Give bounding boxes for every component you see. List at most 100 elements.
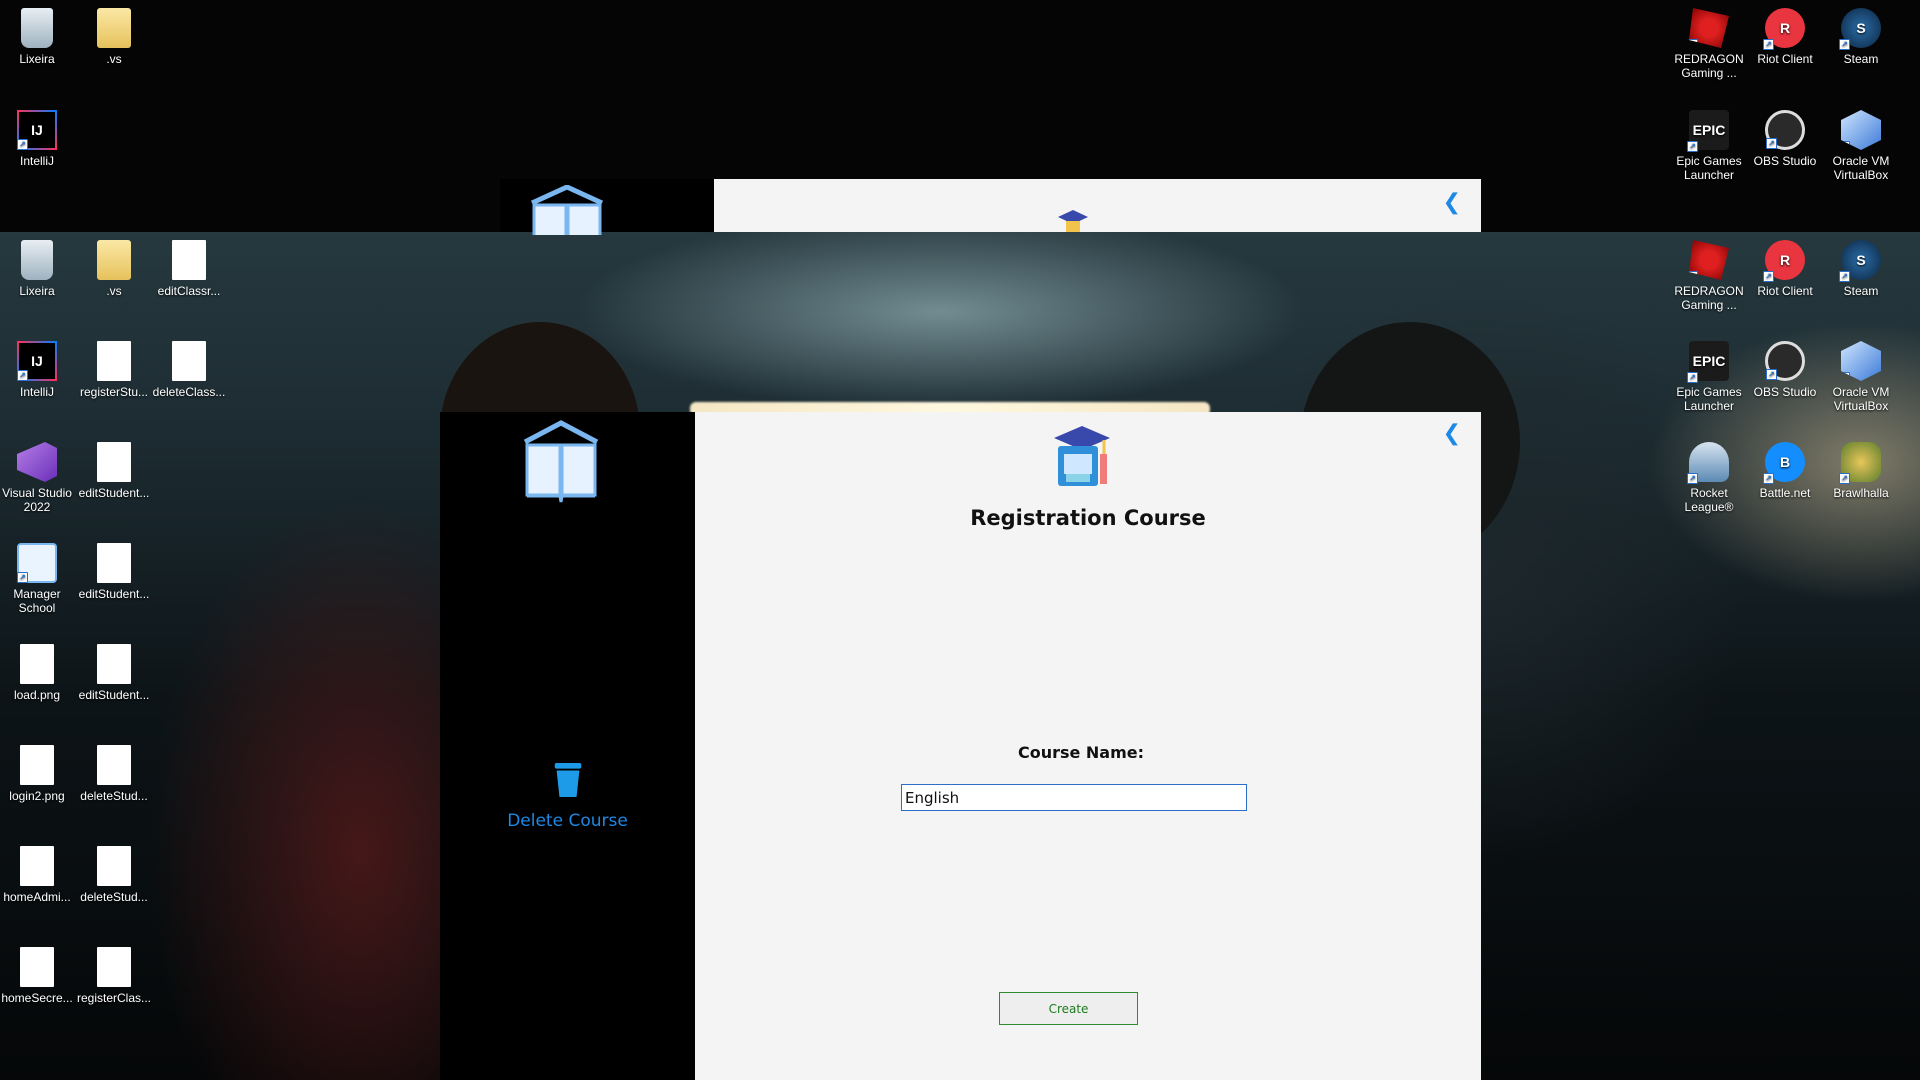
virtualbox-icon: ↗ [1841,110,1881,150]
intellij-icon: IJ ↗ [17,110,57,150]
desktop-shortcut[interactable]: registerClas... [76,947,152,1005]
back-window-panel: ❮ [714,179,1481,232]
back-window-sidebar [500,179,714,235]
recycle-bin-icon [21,240,53,280]
desktop-shortcut[interactable]: R ↗ Riot Client [1747,8,1823,66]
desktop-shortcut[interactable]: .vs [76,8,152,66]
desktop-icon-label: Brawlhalla [1833,486,1889,500]
desktop-shortcut[interactable]: Lixeira [0,240,75,298]
desktop-shortcut[interactable]: ↗ Rocket League® [1671,442,1747,514]
shortcut-arrow-icon: ↗ [1689,39,1698,48]
desktop-icon-label: deleteStud... [80,890,148,904]
image-file-icon [97,442,131,482]
steam-icon: S ↗ [1839,240,1881,282]
desktop-shortcut[interactable]: deleteStud... [76,745,152,803]
registration-panel: ❮ Registration Course Course Name: Creat… [695,412,1481,1080]
image-file-icon [97,846,131,886]
desktop-shortcut[interactable]: B ↗ Battle.net [1747,442,1823,500]
desktop-icon-label: homeSecre... [1,991,73,1005]
desktop-icon-label: .vs [106,52,122,66]
shortcut-arrow-icon: ↗ [1763,473,1774,484]
delete-course-button[interactable]: Delete Course [440,762,695,831]
redragon-icon: ↗ [1689,240,1729,280]
desktop-icon-label: IntelliJ [19,154,54,168]
desktop-shortcut[interactable]: deleteStud... [76,846,152,904]
desktop-icon-label: Riot Client [1757,284,1813,298]
desktop-shortcut[interactable]: ↗ Brawlhalla [1823,442,1899,500]
desktop-shortcut[interactable]: R ↗ Riot Client [1747,240,1823,298]
desktop-icon-label: REDRAGON Gaming ... [1674,52,1744,80]
desktop-icon-label: registerStu... [79,385,149,399]
shortcut-arrow-icon: ↗ [1766,138,1777,149]
desktop-shortcut[interactable]: load.png [0,644,75,702]
desktop-shortcut[interactable]: editStudent... [76,543,152,601]
desktop-icon-label: Lixeira [19,284,55,298]
desktop-shortcut[interactable]: ↗ REDRAGON Gaming ... [1671,8,1747,80]
desktop-icon-label: Epic Games Launcher [1676,154,1742,182]
recycle-bin-icon [21,8,53,48]
back-window-graduation-icon [1058,210,1088,232]
desktop-icon-label: IntelliJ [19,385,54,399]
desktop-shortcut[interactable]: editStudent... [76,442,152,500]
desktop-icon-label: Battle.net [1759,486,1811,500]
desktop-shortcut[interactable]: ↗ Visual Studio 2022 [0,442,75,514]
desktop-icon-label: Oracle VM VirtualBox [1832,154,1890,182]
desktop-shortcut[interactable]: S ↗ Steam [1823,240,1899,298]
course-name-input[interactable] [901,784,1247,811]
desktop-icon-label: Epic Games Launcher [1676,385,1742,413]
desktop-icon-label: OBS Studio [1753,385,1817,399]
image-file-icon [97,543,131,583]
desktop-shortcut[interactable]: homeAdmi... [0,846,75,904]
riot-client-icon: R ↗ [1763,240,1805,282]
desktop-shortcut[interactable]: login2.png [0,745,75,803]
shortcut-arrow-icon: ↗ [1839,473,1850,484]
chevron-left-icon[interactable]: ❮ [1443,420,1461,446]
shortcut-arrow-icon: ↗ [1839,271,1850,282]
desktop-icon-label: editStudent... [78,486,150,500]
desktop-icon-label: homeAdmi... [3,890,71,904]
brawlhalla-icon: ↗ [1839,442,1881,484]
desktop-shortcut[interactable]: homeSecre... [0,947,75,1005]
desktop-shortcut[interactable]: IJ ↗ IntelliJ [0,341,75,399]
desktop-shortcut[interactable]: registerStu... [76,341,152,399]
desktop-shortcut[interactable]: ↗ REDRAGON Gaming ... [1671,240,1747,312]
desktop-icon-label: deleteClass... [152,385,226,399]
folder-icon [97,8,131,48]
delete-course-label: Delete Course [507,811,628,831]
desktop-icon-label: editStudent... [78,688,150,702]
desktop-shortcut[interactable]: S ↗ Steam [1823,8,1899,66]
desktop-shortcut[interactable]: ↗ Oracle VM VirtualBox [1823,341,1899,413]
desktop-icon-label: Riot Client [1757,52,1813,66]
epic-games-icon: EPIC ↗ [1687,110,1729,152]
desktop-shortcut[interactable]: ↗ OBS Studio [1747,110,1823,168]
desktop-icon-label: Oracle VM VirtualBox [1832,385,1890,413]
desktop-shortcut[interactable]: editClassr... [151,240,227,298]
desktop-shortcut[interactable]: IJ ↗ IntelliJ [0,110,75,168]
desktop-shortcut[interactable]: ↗ Oracle VM VirtualBox [1823,110,1899,182]
desktop-shortcut[interactable]: Lixeira [0,8,75,66]
desktop-shortcut[interactable]: deleteClass... [151,341,227,399]
virtualbox-icon: ↗ [1841,341,1881,381]
rocket-league-icon: ↗ [1687,442,1729,484]
redragon-icon: ↗ [1689,8,1729,48]
desktop-shortcut[interactable]: ↗ OBS Studio [1747,341,1823,399]
shortcut-arrow-icon: ↗ [1839,39,1850,50]
image-file-icon [20,745,54,785]
folder-icon [97,240,131,280]
open-book-icon [523,420,599,503]
back-window-chevron-left-icon[interactable]: ❮ [1443,189,1461,215]
desktop-icon-label: Lixeira [19,52,55,66]
image-file-icon [172,341,206,381]
desktop-shortcut[interactable]: EPIC ↗ Epic Games Launcher [1671,110,1747,182]
epic-games-icon: EPIC ↗ [1687,341,1729,383]
desktop-shortcut[interactable]: ↗ Manager School [0,543,75,615]
desktop-shortcut[interactable]: editStudent... [76,644,152,702]
obs-studio-icon: ↗ [1765,110,1805,150]
image-file-icon [97,947,131,987]
shortcut-arrow-icon: ↗ [1763,39,1774,50]
image-file-icon [97,745,131,785]
desktop-shortcut[interactable]: EPIC ↗ Epic Games Launcher [1671,341,1747,413]
desktop-icon-label: login2.png [9,789,65,803]
desktop-shortcut[interactable]: .vs [76,240,152,298]
create-button[interactable]: Create [999,992,1138,1025]
